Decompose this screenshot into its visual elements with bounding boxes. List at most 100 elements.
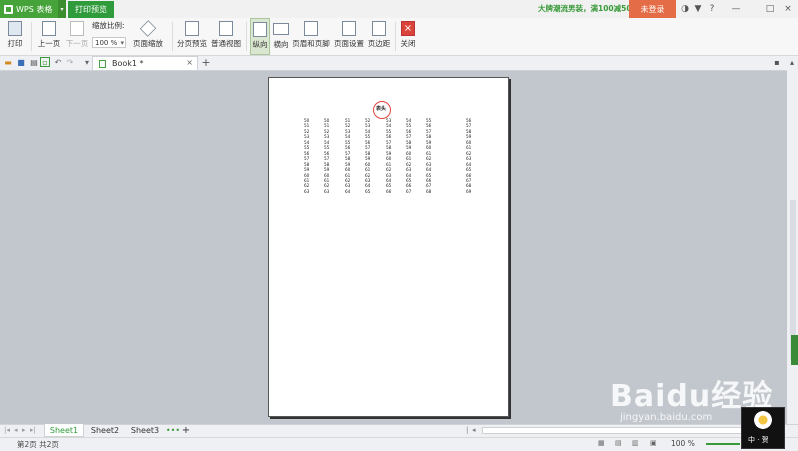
- more-sheets-icon[interactable]: •••: [166, 424, 180, 437]
- portrait-label: 纵向: [252, 40, 268, 49]
- shirt-icon[interactable]: ▼: [692, 3, 704, 15]
- flower-icon: [754, 411, 772, 429]
- table-cell: 61: [406, 156, 412, 162]
- table-cell: 67: [406, 188, 412, 194]
- zoom-select[interactable]: 100 %: [92, 37, 126, 49]
- close-preview-label: 关闭: [400, 39, 416, 48]
- side-grip[interactable]: [791, 335, 798, 365]
- next-page-label: 下一页: [65, 39, 89, 48]
- sheet-tab-sheet1[interactable]: Sheet1: [44, 424, 84, 437]
- margins-button[interactable]: 页边距: [366, 18, 392, 55]
- scroll-left-icon[interactable]: |: [466, 426, 468, 434]
- new-tab-icon[interactable]: +: [201, 56, 211, 69]
- page-break-preview-button[interactable]: 分页预览: [176, 18, 208, 55]
- table-column: 56 57 58 59 60 61 62 63 64 65 66 67 68 69: [466, 118, 471, 194]
- table-cell: 55: [324, 145, 330, 151]
- close-tab-icon[interactable]: ×: [186, 58, 193, 67]
- sheet-tab-sheet3[interactable]: Sheet3: [128, 424, 162, 437]
- baidu-url: jingyan.baidu.com: [620, 412, 713, 423]
- table-cell: 56: [386, 134, 392, 140]
- landscape-button[interactable]: 横向: [271, 18, 291, 55]
- divider: [31, 22, 32, 51]
- help-icon[interactable]: ?: [706, 3, 718, 15]
- horizontal-scrollbar[interactable]: [482, 427, 742, 434]
- document-name: Book1 *: [112, 59, 144, 68]
- table-cell: 63: [466, 156, 472, 162]
- table-cell: 63: [406, 167, 412, 173]
- spreadsheet-file-icon: [99, 59, 106, 68]
- print-label: 打印: [7, 39, 23, 48]
- scroll-left-arrow-icon[interactable]: ◂: [472, 426, 476, 434]
- page-break-preview-label: 分页预览: [177, 39, 207, 48]
- print-button[interactable]: 打印: [3, 18, 27, 55]
- page-break-icon[interactable]: ▥: [632, 439, 639, 447]
- table-cell: 68: [426, 188, 432, 194]
- save-icon[interactable]: ■: [16, 57, 26, 67]
- undo-icon[interactable]: ↶: [53, 57, 63, 67]
- close-preview-button[interactable]: × 关闭: [398, 18, 418, 55]
- reading-mode-icon[interactable]: ▣: [650, 439, 657, 447]
- collapse-ribbon-icon[interactable]: ▴: [787, 57, 797, 67]
- login-button[interactable]: 未登录: [629, 0, 676, 18]
- promo-link[interactable]: 大牌潮流男装，满100减50: [538, 0, 632, 18]
- table-cell: 58: [345, 156, 351, 162]
- margins-label: 页边距: [367, 39, 391, 48]
- portrait-button[interactable]: 纵向: [250, 18, 270, 55]
- panel-icon[interactable]: ▪: [772, 57, 782, 67]
- print-preview-icon[interactable]: ▫: [40, 57, 50, 67]
- table-cell: 62: [426, 156, 432, 162]
- normal-view-button[interactable]: 普通视图: [210, 18, 242, 55]
- table-cell: 54: [345, 134, 351, 140]
- sheet-icon: [219, 21, 233, 36]
- page-header-title: 表头: [376, 106, 387, 112]
- page-count-status: 第2页 共2页: [17, 440, 59, 449]
- normal-view-icon[interactable]: ▦: [598, 439, 605, 447]
- printer-icon: [8, 21, 22, 36]
- table-cell: 59: [406, 145, 412, 151]
- minimize-icon[interactable]: —: [730, 3, 742, 15]
- table-cell: 65: [466, 167, 472, 173]
- document-tab[interactable]: Book1 * ×: [92, 56, 198, 70]
- last-sheet-icon[interactable]: ▸|: [30, 426, 36, 434]
- table-cell: 66: [386, 188, 392, 194]
- page-zoom-button[interactable]: 页面缩放: [130, 18, 166, 55]
- grid-icon: [185, 21, 199, 36]
- add-sheet-icon[interactable]: +: [180, 424, 192, 437]
- wps-logo-icon: [4, 4, 13, 14]
- table-cell: 61: [466, 145, 472, 151]
- table-cell: 59: [466, 134, 472, 140]
- page-layout-icon[interactable]: ▤: [615, 439, 622, 447]
- prev-sheet-icon[interactable]: ◂: [14, 426, 18, 434]
- next-sheet-icon[interactable]: ▸: [22, 426, 26, 434]
- zoom-label: 缩放比例:: [92, 21, 125, 30]
- table-cell: 57: [304, 156, 310, 162]
- close-window-icon[interactable]: ×: [782, 3, 794, 15]
- open-folder-icon[interactable]: ▬: [3, 57, 13, 67]
- zoom-slider[interactable]: [706, 443, 740, 445]
- header-footer-button[interactable]: 页眉和页脚: [292, 18, 330, 55]
- print-icon[interactable]: ▤: [29, 57, 39, 67]
- skin-icon[interactable]: ◑: [679, 3, 691, 15]
- app-menu-button[interactable]: WPS 表格 ▾: [0, 0, 66, 18]
- page-setup-button[interactable]: 页面设置: [332, 18, 366, 55]
- author-avatar: 中 · 贺: [741, 407, 785, 449]
- avatar-text: 中 · 贺: [748, 436, 769, 444]
- redo-icon[interactable]: ↷: [65, 57, 75, 67]
- divider: [246, 22, 247, 51]
- chevron-down-icon[interactable]: ▾: [58, 0, 66, 18]
- maximize-icon[interactable]: □: [764, 3, 776, 15]
- table-cell: 69: [466, 188, 472, 194]
- page-setup-label: 页面设置: [334, 39, 364, 48]
- first-sheet-icon[interactable]: |◂: [4, 426, 10, 434]
- prev-page-button[interactable]: 上一页: [35, 18, 63, 55]
- table-column: 54 55 56 57 58 59 60 61 62 63 64 65 66 67: [406, 118, 411, 194]
- customize-quick-access-icon[interactable]: ▾: [82, 57, 92, 67]
- table-cell: 55: [365, 134, 371, 140]
- table-cell: 55: [304, 145, 310, 151]
- sheet-tab-sheet2[interactable]: Sheet2: [88, 424, 122, 437]
- tab-print-preview[interactable]: 打印预览: [68, 1, 114, 18]
- next-page-button[interactable]: 下一页: [63, 18, 91, 55]
- normal-view-label: 普通视图: [211, 39, 241, 48]
- close-icon: ×: [401, 21, 415, 36]
- table-column: 55 56 57 58 59 60 61 62 63 64 65 66 67 68: [426, 118, 431, 194]
